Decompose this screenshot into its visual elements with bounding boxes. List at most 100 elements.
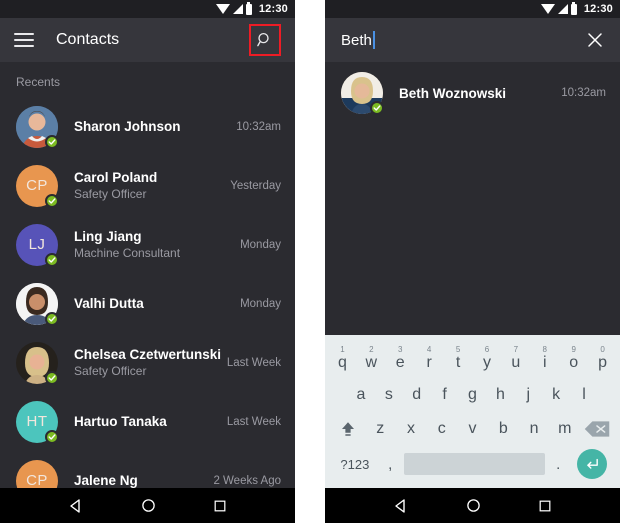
key-p-label: p [598, 354, 608, 371]
signal-icon [557, 4, 568, 14]
backspace-key[interactable] [580, 420, 614, 438]
list-item-text: Ling Jiang Machine Consultant [74, 229, 232, 260]
wifi-icon [540, 4, 555, 14]
key-e-number: 3 [398, 345, 403, 354]
avatar: LJ [16, 223, 59, 267]
key-p[interactable]: 0p [588, 346, 617, 371]
key-q-number: 1 [340, 345, 345, 354]
list-item[interactable]: CP Jalene Ng 2 Weeks Ago [0, 451, 295, 488]
keyboard-row-2: a s d f g h j k l [325, 378, 620, 412]
contact-time: 10:32am [236, 120, 281, 133]
recents-square-icon[interactable] [213, 499, 227, 513]
key-e[interactable]: 3e [386, 346, 415, 371]
list-item[interactable]: Beth Woznowski 10:32am [325, 62, 620, 124]
key-g[interactable]: g [459, 387, 487, 403]
app-bar: Contacts [0, 18, 295, 62]
avatar: HT [16, 400, 59, 444]
right-phone-search-screen: 12:30 Beth Beth Woznowski 10:32am 1 q 2 … [325, 0, 620, 523]
contact-subtitle: Machine Consultant [74, 246, 181, 260]
contact-time: Last Week [226, 356, 281, 369]
contact-name: Hartuo Tanaka [74, 414, 167, 429]
recents-square-icon[interactable] [538, 499, 552, 513]
presence-available-icon [45, 429, 59, 444]
key-e-label: e [395, 354, 405, 371]
search-icon [257, 32, 269, 47]
contact-time: Yesterday [230, 179, 281, 192]
key-k[interactable]: k [542, 387, 570, 403]
presence-available-icon [45, 252, 59, 267]
key-a[interactable]: a [347, 387, 375, 403]
back-triangle-icon[interactable] [393, 498, 409, 514]
space-key[interactable] [403, 453, 545, 475]
key-t[interactable]: 5t [444, 346, 473, 371]
enter-key[interactable] [576, 449, 607, 479]
key-h[interactable]: h [486, 387, 514, 403]
search-input[interactable]: Beth [341, 31, 586, 49]
presence-available-icon [370, 101, 384, 115]
on-screen-keyboard[interactable]: 1q 2w 3e 4r 5t 6y 7u 8i 9o 0p a s d f g … [325, 335, 620, 488]
text-cursor [372, 31, 375, 49]
list-item-text: Valhi Dutta [74, 296, 232, 311]
key-q[interactable]: 1q [328, 346, 357, 371]
home-circle-icon[interactable] [141, 498, 156, 513]
presence-available-icon [45, 134, 59, 149]
contacts-list[interactable]: Recents Sharon Johnson 10:32am CP Carol … [0, 62, 295, 488]
key-b[interactable]: b [488, 421, 519, 437]
list-item[interactable]: CP Carol Poland Safety Officer Yesterday [0, 156, 295, 215]
hamburger-menu-icon[interactable] [14, 33, 34, 47]
list-item[interactable]: Valhi Dutta Monday [0, 274, 295, 333]
list-item[interactable]: LJ Ling Jiang Machine Consultant Monday [0, 215, 295, 274]
left-phone-contacts-screen: 12:30 Contacts Recents Sharon Johnson 10… [0, 0, 295, 523]
comma-key[interactable]: , [377, 457, 404, 472]
list-item[interactable]: Sharon Johnson 10:32am [0, 97, 295, 156]
key-y[interactable]: 6y [473, 346, 502, 371]
key-r[interactable]: 4r [415, 346, 444, 371]
key-i-number: 8 [542, 345, 547, 354]
back-triangle-icon[interactable] [68, 498, 84, 514]
key-l[interactable]: l [570, 387, 598, 403]
home-circle-icon[interactable] [466, 498, 481, 513]
list-item[interactable]: Chelsea Czetwertunski Safety Officer Las… [0, 333, 295, 392]
key-u[interactable]: 7u [501, 346, 530, 371]
key-d[interactable]: d [403, 387, 431, 403]
key-n[interactable]: n [519, 421, 550, 437]
key-q-label: q [337, 354, 347, 371]
key-o[interactable]: 9o [559, 346, 588, 371]
search-input-value: Beth [341, 31, 372, 49]
contact-name: Ling Jiang [74, 229, 142, 244]
enter-icon [587, 458, 599, 469]
status-bar-icons: 12:30 [540, 1, 613, 15]
key-j[interactable]: j [514, 387, 542, 403]
key-w[interactable]: 2w [357, 346, 386, 371]
keyboard-row-1: 1q 2w 3e 4r 5t 6y 7u 8i 9o 0p [325, 340, 620, 378]
list-item[interactable]: HT Hartuo Tanaka Last Week [0, 392, 295, 451]
key-c[interactable]: c [426, 421, 457, 437]
avatar: CP [16, 164, 59, 208]
presence-available-icon [45, 370, 59, 385]
key-f[interactable]: f [431, 387, 459, 403]
search-results-list[interactable]: Beth Woznowski 10:32am [325, 62, 620, 124]
period-key[interactable]: . [545, 457, 572, 472]
key-w-number: 2 [369, 345, 374, 354]
key-z[interactable]: z [365, 421, 396, 437]
key-m[interactable]: m [549, 421, 580, 437]
avatar [16, 105, 59, 149]
avatar [16, 341, 59, 385]
list-item-text: Hartuo Tanaka [74, 414, 219, 429]
close-icon[interactable] [586, 31, 604, 49]
search-button-highlight[interactable] [249, 24, 281, 56]
key-v[interactable]: v [457, 421, 488, 437]
symbols-key[interactable]: ?123 [333, 458, 377, 471]
key-x[interactable]: x [396, 421, 427, 437]
key-p-number: 0 [600, 345, 605, 354]
avatar [16, 282, 59, 326]
key-s[interactable]: s [375, 387, 403, 403]
contact-time: Last Week [226, 415, 281, 428]
key-r-number: 4 [426, 345, 432, 354]
key-i[interactable]: 8i [530, 346, 559, 371]
status-bar-icons: 12:30 [215, 1, 288, 15]
shift-key[interactable] [331, 420, 365, 438]
key-y-number: 6 [484, 345, 490, 354]
panel-divider [295, 0, 325, 523]
contact-name: Jalene Ng [74, 473, 138, 488]
